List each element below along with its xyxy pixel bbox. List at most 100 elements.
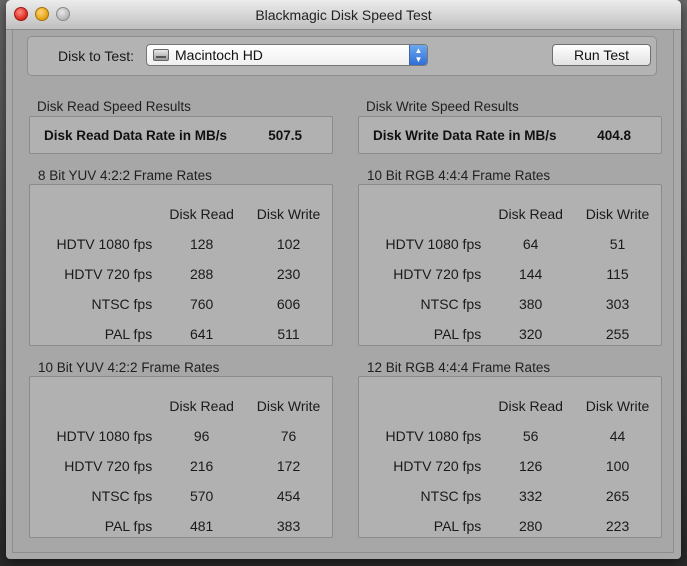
- table-row: PAL fps 641 511: [30, 319, 332, 349]
- table-header-row: Disk Read Disk Write: [359, 391, 661, 421]
- read-value: 280: [518, 518, 543, 534]
- table-row: HDTV 720 fps 126 100: [359, 451, 661, 481]
- table-row: PAL fps 280 223: [359, 511, 661, 541]
- disk-toolbar: Disk to Test: Macintoch HD ▲ ▼ Run Test: [27, 36, 657, 76]
- frame-rates-panel-12bit-rgb: Disk Read Disk Write HDTV 1080 fps 56 44…: [358, 376, 662, 538]
- table-row: NTSC fps 760 606: [30, 289, 332, 319]
- panel-title-10bit-rgb: 10 Bit RGB 4:4:4 Frame Rates: [367, 168, 551, 183]
- write-value: 255: [605, 326, 630, 342]
- disk-read-column-header: Disk Read: [169, 206, 234, 222]
- frame-rates-panel-10bit-yuv: Disk Read Disk Write HDTV 1080 fps 96 76…: [29, 376, 333, 538]
- write-value: 100: [605, 458, 630, 474]
- row-label: HDTV 720 fps: [393, 458, 482, 474]
- row-label: PAL fps: [104, 518, 153, 534]
- disk-write-column-header: Disk Write: [585, 206, 650, 222]
- table-row: HDTV 1080 fps 96 76: [30, 421, 332, 451]
- table-header-row: Disk Read Disk Write: [359, 199, 661, 229]
- row-label: HDTV 1080 fps: [56, 236, 153, 252]
- disk-read-column-header: Disk Read: [169, 398, 234, 414]
- read-value: 144: [518, 266, 543, 282]
- table-row: HDTV 720 fps 288 230: [30, 259, 332, 289]
- read-speed-box: Disk Read Data Rate in MB/s 507.5: [29, 116, 333, 154]
- write-value: 223: [605, 518, 630, 534]
- read-rate-label: Disk Read Data Rate in MB/s: [44, 128, 228, 143]
- table-row: HDTV 1080 fps 56 44: [359, 421, 661, 451]
- disk-read-column-header: Disk Read: [498, 206, 563, 222]
- row-label: PAL fps: [104, 326, 153, 342]
- up-down-arrows-icon: ▲ ▼: [409, 45, 427, 65]
- table-header-row: Disk Read Disk Write: [30, 391, 332, 421]
- disk-write-column-header: Disk Write: [256, 206, 321, 222]
- disk-to-test-label: Disk to Test:: [58, 48, 134, 64]
- table-header-row: Disk Read Disk Write: [30, 199, 332, 229]
- frame-rates-table: Disk Read Disk Write HDTV 1080 fps 96 76…: [30, 391, 332, 541]
- write-speed-section-title: Disk Write Speed Results: [366, 99, 519, 114]
- read-rate-value: 507.5: [268, 128, 302, 143]
- table-row: HDTV 720 fps 144 115: [359, 259, 661, 289]
- write-value: 115: [606, 266, 629, 282]
- read-value: 288: [189, 266, 214, 282]
- table-row: PAL fps 481 383: [30, 511, 332, 541]
- write-value: 76: [280, 428, 297, 444]
- panel-title-10bit-yuv: 10 Bit YUV 4:2:2 Frame Rates: [38, 360, 220, 375]
- frame-rates-table: Disk Read Disk Write HDTV 1080 fps 64 51…: [359, 199, 661, 349]
- read-value: 56: [522, 428, 539, 444]
- write-value: 454: [276, 488, 301, 504]
- row-label: PAL fps: [433, 518, 482, 534]
- write-value: 383: [276, 518, 301, 534]
- table-row: PAL fps 320 255: [359, 319, 661, 349]
- read-speed-section-title: Disk Read Speed Results: [37, 99, 191, 114]
- read-value: 320: [518, 326, 543, 342]
- read-value: 128: [189, 236, 214, 252]
- read-value: 216: [189, 458, 214, 474]
- row-label: NTSC fps: [420, 296, 482, 312]
- disk-read-column-header: Disk Read: [498, 398, 563, 414]
- hard-disk-icon: [153, 49, 169, 61]
- table-row: HDTV 720 fps 216 172: [30, 451, 332, 481]
- title-bar[interactable]: Blackmagic Disk Speed Test: [6, 0, 681, 30]
- write-value: 44: [609, 428, 626, 444]
- read-value: 96: [193, 428, 210, 444]
- table-row: NTSC fps 570 454: [30, 481, 332, 511]
- table-row: HDTV 1080 fps 64 51: [359, 229, 661, 259]
- frame-rates-table: Disk Read Disk Write HDTV 1080 fps 128 1…: [30, 199, 332, 349]
- read-value: 64: [522, 236, 539, 252]
- row-label: NTSC fps: [420, 488, 482, 504]
- table-row: NTSC fps 332 265: [359, 481, 661, 511]
- read-value: 126: [518, 458, 543, 474]
- write-value: 511: [277, 326, 300, 342]
- write-value: 172: [276, 458, 301, 474]
- frame-rates-table: Disk Read Disk Write HDTV 1080 fps 56 44…: [359, 391, 661, 541]
- row-label: HDTV 1080 fps: [385, 428, 482, 444]
- write-value: 265: [605, 488, 630, 504]
- read-value: 641: [189, 326, 214, 342]
- read-value: 760: [189, 296, 214, 312]
- disk-select-value: Macintoch HD: [175, 47, 263, 63]
- read-value: 332: [518, 488, 543, 504]
- write-value: 102: [276, 236, 301, 252]
- main-content: Disk to Test: Macintoch HD ▲ ▼ Run Test D…: [12, 30, 674, 553]
- run-test-button[interactable]: Run Test: [552, 44, 651, 66]
- row-label: HDTV 1080 fps: [56, 428, 153, 444]
- row-label: NTSC fps: [91, 488, 153, 504]
- read-value: 481: [189, 518, 214, 534]
- table-row: HDTV 1080 fps 128 102: [30, 229, 332, 259]
- read-value: 380: [518, 296, 543, 312]
- write-rate-value: 404.8: [597, 128, 631, 143]
- row-label: HDTV 720 fps: [64, 458, 153, 474]
- row-label: HDTV 720 fps: [393, 266, 482, 282]
- disk-select-dropdown[interactable]: Macintoch HD ▲ ▼: [146, 44, 428, 66]
- write-value: 51: [609, 236, 626, 252]
- row-label: HDTV 1080 fps: [385, 236, 482, 252]
- panel-title-12bit-rgb: 12 Bit RGB 4:4:4 Frame Rates: [367, 360, 551, 375]
- write-value: 230: [276, 266, 301, 282]
- write-value: 303: [605, 296, 630, 312]
- panel-title-8bit-yuv: 8 Bit YUV 4:2:2 Frame Rates: [38, 168, 212, 183]
- frame-rates-panel-10bit-rgb: Disk Read Disk Write HDTV 1080 fps 64 51…: [358, 184, 662, 346]
- table-row: NTSC fps 380 303: [359, 289, 661, 319]
- write-speed-box: Disk Write Data Rate in MB/s 404.8: [358, 116, 662, 154]
- read-value: 570: [189, 488, 214, 504]
- disk-write-column-header: Disk Write: [585, 398, 650, 414]
- window-title: Blackmagic Disk Speed Test: [255, 7, 432, 23]
- row-label: NTSC fps: [91, 296, 153, 312]
